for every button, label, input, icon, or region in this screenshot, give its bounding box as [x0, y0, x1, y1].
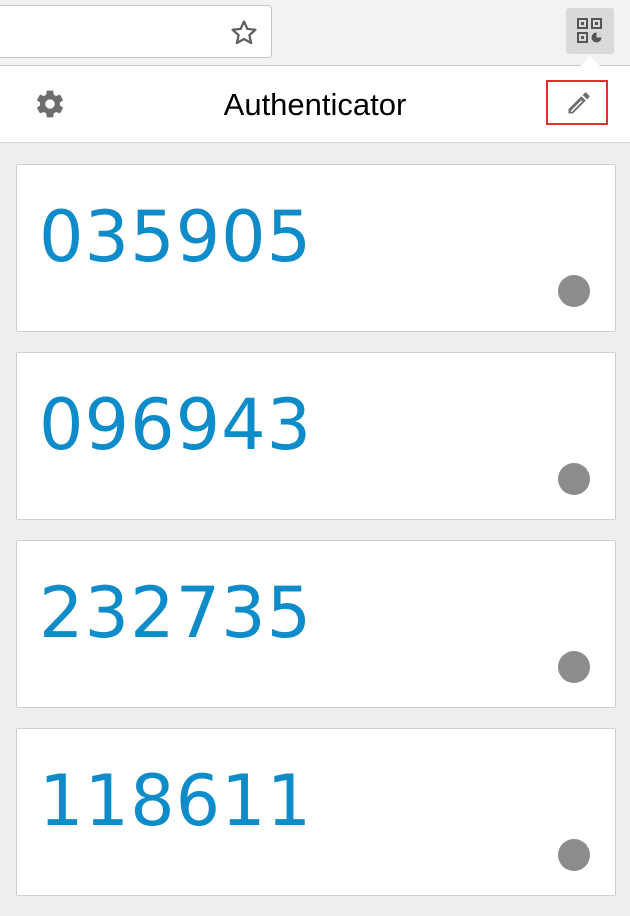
address-bar[interactable] [0, 5, 272, 58]
popup-header: Authenticator [0, 66, 630, 143]
popup-caret [580, 56, 600, 66]
otp-code[interactable]: 035905 [39, 199, 312, 275]
code-list: 035905 096943 232735 118611 [16, 164, 616, 916]
qr-code-icon [577, 18, 602, 43]
countdown-timer-icon [558, 651, 590, 683]
countdown-timer-icon [558, 463, 590, 495]
browser-toolbar [0, 0, 630, 66]
code-card[interactable]: 096943 [16, 352, 616, 520]
star-icon[interactable] [229, 18, 259, 48]
edit-button[interactable] [546, 80, 608, 125]
pencil-icon [568, 92, 590, 114]
code-card[interactable]: 118611 [16, 728, 616, 896]
otp-code[interactable]: 096943 [39, 387, 312, 463]
countdown-timer-icon [558, 839, 590, 871]
page-title: Authenticator [223, 87, 407, 122]
code-card[interactable]: 232735 [16, 540, 616, 708]
countdown-timer-icon [558, 275, 590, 307]
authenticator-extension-button[interactable] [566, 8, 614, 54]
otp-code[interactable]: 118611 [39, 763, 312, 839]
otp-code[interactable]: 232735 [39, 575, 312, 651]
code-card[interactable]: 035905 [16, 164, 616, 332]
